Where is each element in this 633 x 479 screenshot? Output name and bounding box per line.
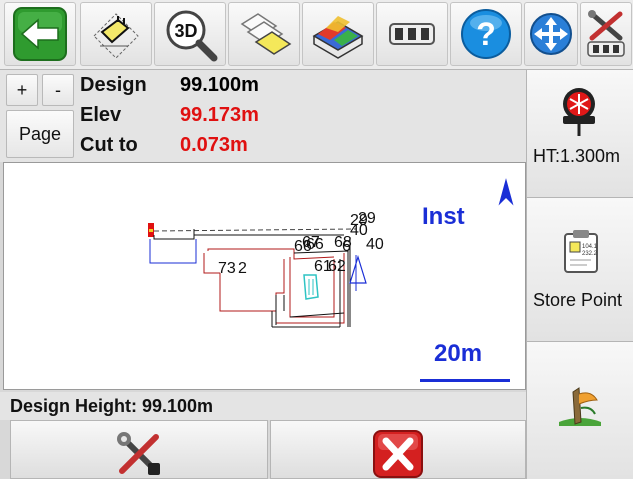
keypad-icon [389,23,435,45]
tools-button[interactable] [580,2,632,66]
instrument-marker [349,254,367,284]
3d-view-button[interactable]: 3D [154,2,226,66]
zoom-out-button[interactable]: - [42,74,74,106]
cancel-button[interactable] [270,420,526,479]
point-label: 40 [366,236,384,253]
3d-zoom-icon: 3D [166,10,218,62]
cut-value: 0.073m [180,134,248,156]
tools-icon [117,432,160,475]
cut-label: Cut to [80,134,138,156]
point-label: 66 [306,236,324,253]
layers-button[interactable] [228,2,300,66]
close-icon [373,430,423,478]
store-point-button[interactable]: 104.1 232.2 Store Point [527,198,633,342]
map-view[interactable]: 73 2 61 62 66 67 68 6 40 29 29 40 66 Ins… [3,162,526,390]
surface-button[interactable] [302,2,374,66]
help-icon: ? [461,9,511,59]
scale-bar [420,379,510,382]
design-height-status: Design Height: 99.100m [10,396,214,416]
point-label: 62 [328,258,346,275]
point-label: 2 [238,260,247,277]
pan-arrows-icon [530,13,572,55]
status-bar: Design Height: 99.100m [0,392,526,420]
clipboard-icon: 104.1 232.2 [564,230,598,273]
instrument-label: Inst [422,203,465,230]
pan-button[interactable] [524,2,578,66]
north-arrow-icon [498,178,514,206]
height-label: HT:1.300m [533,146,621,166]
store-point-label: Store Point [533,290,623,310]
info-panel: + - Page Design 99.100m Elev 99.173m Cut… [0,70,526,162]
stake-button[interactable] [527,342,633,479]
elev-value: 99.173m [180,104,259,126]
back-arrow-icon [13,7,67,61]
prism-target-icon [563,88,595,136]
design-label: Design [80,74,147,96]
note-value-1: 104.1 [582,244,598,250]
keypad-button[interactable] [376,2,448,66]
cyan-feature [303,274,319,300]
top-toolbar: 3D ? [0,0,633,70]
layers-icon [240,13,292,55]
point-label: 73 [218,260,236,277]
help-label: ? [476,16,496,52]
surface-map-icon [312,16,364,59]
design-value: 99.100m [180,74,259,96]
point-label: 40 [350,222,368,239]
plan-view-button[interactable] [80,2,152,66]
3d-label: 3D [174,21,197,41]
right-panel: HT:1.300m 104.1 232.2 Store Point [526,70,633,479]
elev-label: Elev [80,104,122,126]
back-button[interactable] [4,2,76,66]
plan-view-icon [93,13,139,59]
stake-icon [559,387,601,426]
instrument-height-button[interactable]: HT:1.300m [527,70,633,198]
scale-label: 20m [434,340,483,367]
tools-settings-icon [587,10,625,57]
settings-button[interactable] [10,420,268,479]
note-value-2: 232.2 [582,251,598,257]
help-button[interactable]: ? [450,2,522,66]
page-button[interactable]: Page [6,110,74,158]
design-line [153,228,357,232]
zoom-in-button[interactable]: + [6,74,38,106]
point-label: 6 [342,238,351,255]
